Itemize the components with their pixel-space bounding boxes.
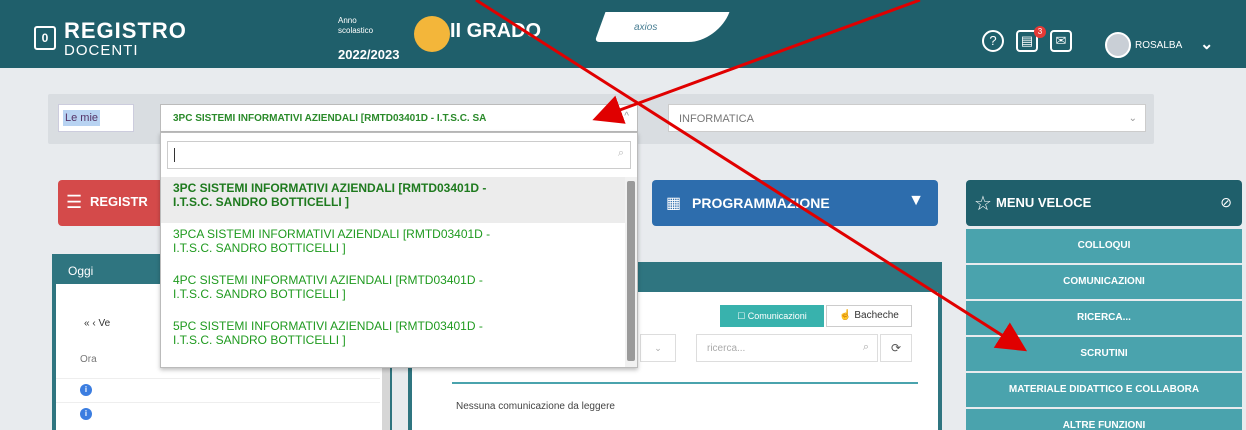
menu-item-comunicazioni[interactable]: COMUNICAZIONI (966, 265, 1242, 299)
programmazione-button[interactable]: ▦ PROGRAMMAZIONE ▼ (652, 180, 938, 226)
avatar[interactable] (1105, 32, 1131, 58)
help-icon[interactable]: ? (982, 30, 1004, 52)
grade-label[interactable]: II GRADO (450, 20, 541, 43)
brand-tab (594, 12, 730, 42)
info-icon[interactable]: i (80, 408, 92, 420)
text-cursor (174, 148, 175, 162)
registro-label: REGISTR (90, 194, 148, 209)
class-select[interactable]: 3PC SISTEMI INFORMATIVI AZIENDALI [RMTD0… (160, 104, 638, 132)
header-icons: ? ▤ ✉ (982, 30, 1072, 52)
class-dropdown: ⌕ 3PC SISTEMI INFORMATIVI AZIENDALI [RMT… (160, 132, 638, 368)
class-select-value: 3PC SISTEMI INFORMATIVI AZIENDALI [RMTD0… (173, 113, 487, 124)
register-icon: ☰ (66, 192, 83, 212)
settings-icon[interactable]: ⊘ (1220, 194, 1232, 211)
brand-tab-label: axios (634, 22, 658, 33)
subject-select-value: INFORMATICA (679, 113, 754, 125)
mail-count-badge: 3 (1034, 26, 1046, 38)
grade-badge-icon (414, 16, 450, 52)
dropdown-search-input[interactable]: ⌕ (167, 141, 631, 169)
menu-item-altre-funzioni[interactable]: ALTRE FUNZIONI (966, 409, 1242, 430)
programmazione-label: PROGRAMMAZIONE (692, 195, 830, 211)
comunicazioni-tab[interactable]: ☐ Comunicazioni (720, 305, 824, 327)
menu-item-colloqui[interactable]: COLLOQUI (966, 229, 1242, 263)
chart-icon: ▦ (666, 195, 682, 212)
comment-icon: ☐ (737, 311, 748, 321)
school-year-label: Anno scolastico (338, 16, 374, 35)
menu-item-materiale-didattico[interactable]: MATERIALE DIDATTICO E COLLABORA (966, 373, 1242, 407)
dropdown-option[interactable]: 3PC SISTEMI INFORMATIVI AZIENDALI [RMTD0… (161, 177, 625, 223)
class-scope-select[interactable]: Le mie (58, 104, 134, 132)
caret-down-icon: ▼ (908, 192, 924, 209)
bacheche-tab-label: Bacheche (854, 310, 899, 321)
school-year-value: 2022/2023 (338, 47, 400, 62)
oggi-ora-label: Ora (80, 354, 97, 365)
app-logo-icon: 0 (34, 26, 56, 50)
dropdown-option[interactable]: 5PC SISTEMI INFORMATIVI AZIENDALI [RMTD0… (161, 315, 625, 361)
search-placeholder: ricerca... (707, 343, 746, 354)
comunicazioni-tab-label: Comunicazioni (747, 311, 807, 321)
menu-veloce-header: ☆ MENU VELOCE ⊘ (966, 180, 1242, 226)
chevron-down-icon[interactable]: ⌄ (1200, 34, 1213, 54)
bacheche-tab[interactable]: ☝ Bacheche (826, 305, 912, 327)
divider (452, 382, 918, 384)
menu-item-scrutini[interactable]: SCRUTINI (966, 337, 1242, 371)
star-icon: ☆ (974, 193, 992, 215)
menu-item-ricerca[interactable]: RICERCA... (966, 301, 1242, 335)
brand-subtitle: DOCENTI (64, 42, 139, 59)
list-item: i (56, 402, 380, 424)
thumb-icon: ☝ (839, 310, 855, 321)
mail-icon[interactable]: ✉ (1050, 30, 1072, 52)
subject-select[interactable]: INFORMATICA ⌄ (668, 104, 1146, 132)
chevron-down-icon: ⌄ (1128, 113, 1137, 124)
dropdown-option[interactable]: 3PCA SISTEMI INFORMATIVI AZIENDALI [RMTD… (161, 223, 625, 269)
user-name[interactable]: ROSALBA (1135, 40, 1182, 51)
empty-message: Nessuna comunicazione da leggere (456, 401, 615, 412)
filter-select[interactable]: ⌄ (640, 334, 676, 362)
caret-up-icon: ^ (624, 111, 629, 122)
dropdown-option[interactable]: 4PC SISTEMI INFORMATIVI AZIENDALI [RMTD0… (161, 269, 625, 315)
menu-veloce-title: MENU VELOCE (996, 195, 1092, 210)
search-icon: ⌕ (862, 341, 869, 353)
info-icon[interactable]: i (80, 384, 92, 396)
refresh-button[interactable]: ⟳ (880, 334, 912, 362)
top-header: 0 REGISTRO DOCENTI Anno scolastico 2022/… (0, 0, 1246, 68)
class-scope-label: Le mie (63, 110, 101, 126)
search-icon: ⌕ (617, 147, 624, 159)
search-input[interactable]: ricerca... ⌕ (696, 334, 878, 362)
brand-title: REGISTRO (64, 18, 187, 43)
dropdown-scroll-thumb[interactable] (627, 181, 635, 361)
list-item: i (56, 378, 380, 400)
oggi-nav[interactable]: « ‹ Ve (84, 318, 110, 329)
